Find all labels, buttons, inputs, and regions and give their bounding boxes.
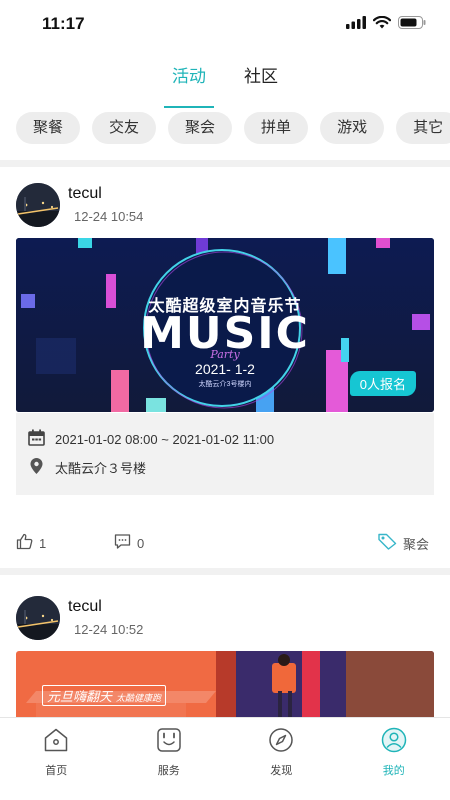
category-chips: 聚餐 交友 聚会 拼单 游戏 其它: [16, 112, 450, 144]
comment-icon: [114, 533, 131, 553]
author-name[interactable]: tecul: [68, 598, 102, 616]
avatar[interactable]: [16, 596, 60, 640]
event-info[interactable]: 2021-01-02 08:00 ~ 2021-01-02 11:00 太酷云介…: [16, 413, 434, 495]
service-icon: [156, 727, 182, 756]
banner-label-main: 元旦嗨翻天: [47, 689, 113, 704]
nav-profile-label: 我的: [382, 765, 405, 777]
banner-label-small: 太酷健康跑: [116, 693, 162, 703]
signup-count-badge: 0人报名: [349, 371, 416, 396]
tab-activity[interactable]: 活动: [164, 58, 214, 108]
nav-discover[interactable]: 发现: [225, 718, 338, 800]
section-divider: [0, 568, 450, 575]
avatar[interactable]: [16, 183, 60, 227]
top-tabs: 活动 社区: [0, 58, 450, 108]
nav-profile[interactable]: 我的: [338, 718, 450, 800]
nav-service[interactable]: 服务: [113, 718, 226, 800]
post-time: 12-24 10:52: [74, 622, 144, 637]
post-time: 12-24 10:54: [74, 209, 144, 224]
category-tag[interactable]: 聚会: [378, 533, 429, 553]
activity-card[interactable]: tecul 12-24 10:54 太酷超级室内音乐节 MUSIC Party …: [0, 183, 450, 563]
nav-service-label: 服务: [157, 765, 180, 777]
section-divider: [0, 160, 450, 167]
card-actions: 1 0 聚会: [0, 533, 450, 561]
category-tag-label: 聚会: [403, 536, 430, 552]
banner-party: Party: [210, 348, 240, 361]
signal-icon: [346, 16, 366, 34]
compass-icon: [268, 727, 294, 756]
event-datetime-row: 2021-01-02 08:00 ~ 2021-01-02 11:00: [28, 429, 274, 449]
tag-icon: [378, 533, 397, 553]
event-datetime: 2021-01-02 08:00 ~ 2021-01-02 11:00: [55, 431, 275, 447]
banner-label: 元旦嗨翻天 太酷健康跑: [42, 685, 167, 706]
comment-count: 0: [137, 535, 145, 551]
event-location-row: 太酷云介３号楼: [28, 457, 146, 478]
chip-friends[interactable]: 交友: [92, 112, 157, 144]
location-pin-icon: [28, 457, 45, 478]
status-bar: 11:17: [0, 0, 450, 48]
profile-icon: [381, 727, 407, 756]
bottom-nav: 首页 服务 发现 我的: [0, 717, 450, 800]
chip-dining[interactable]: 聚餐: [16, 112, 81, 144]
chip-games[interactable]: 游戏: [320, 112, 385, 144]
thumbs-up-icon: [16, 533, 33, 553]
card-header: tecul 12-24 10:54: [0, 183, 450, 243]
chip-other[interactable]: 其它: [396, 112, 450, 144]
calendar-icon: [28, 429, 45, 449]
like-button[interactable]: 1: [16, 533, 46, 553]
chip-group-order[interactable]: 拼单: [244, 112, 309, 144]
nav-discover-label: 发现: [270, 765, 293, 777]
status-time: 11:17: [42, 14, 85, 33]
nav-home-label: 首页: [45, 765, 68, 777]
tab-community[interactable]: 社区: [240, 58, 282, 98]
event-banner[interactable]: 太酷超级室内音乐节 MUSIC Party 2021- 1-2 太酷云介3号楼内…: [16, 238, 434, 412]
comment-button[interactable]: 0: [114, 533, 144, 553]
author-name[interactable]: tecul: [68, 185, 102, 203]
home-icon: [43, 727, 69, 756]
nav-home[interactable]: 首页: [0, 718, 113, 800]
activity-card[interactable]: tecul 12-24 10:52 元旦嗨翻天 太酷健康跑: [0, 596, 450, 718]
status-icons: [346, 15, 426, 34]
event-location: 太酷云介３号楼: [55, 461, 147, 476]
like-count: 1: [39, 535, 47, 551]
chip-party[interactable]: 聚会: [168, 112, 233, 144]
wifi-icon: [372, 15, 392, 34]
card-header: tecul 12-24 10:52: [0, 596, 450, 656]
battery-icon: [398, 16, 426, 34]
event-banner[interactable]: 元旦嗨翻天 太酷健康跑: [16, 651, 434, 718]
